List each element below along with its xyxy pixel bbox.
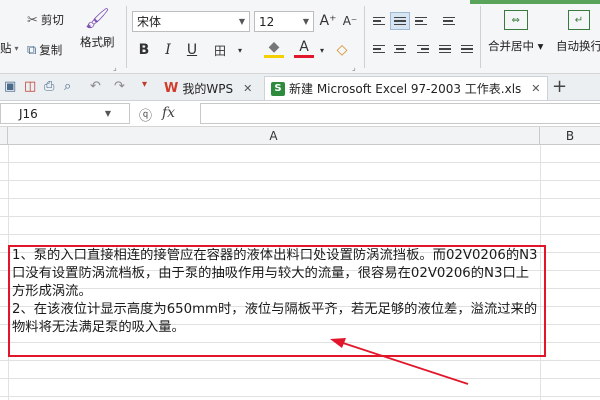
save-icon[interactable]: ▣: [4, 79, 16, 94]
cut-button[interactable]: ✂ 剪切: [27, 12, 64, 28]
format-painter-label: 格式刷: [80, 35, 115, 49]
auto-wrap-button[interactable]: ↵ 自动换行: [556, 10, 600, 54]
tab-workbook[interactable]: S 新建 Microsoft Excel 97-2003 工作表.xls ✕: [264, 76, 548, 100]
formula-bar: J16 ▼ ⓠ fx: [0, 101, 600, 127]
align-left-button[interactable]: [370, 40, 390, 58]
close-icon[interactable]: ✕: [243, 82, 252, 95]
bold-button[interactable]: B: [134, 40, 154, 60]
column-headers: A B: [0, 127, 600, 145]
border-button[interactable]: 田: [210, 40, 230, 60]
font-color-button[interactable]: A: [294, 38, 314, 58]
print-icon[interactable]: ⎙: [44, 79, 54, 94]
spreadsheet-icon: S: [271, 81, 285, 96]
font-color-icon: A: [299, 38, 309, 55]
merge-center-button[interactable]: ⇔ 合并居中 ▾: [488, 10, 543, 54]
paste-label: 贴: [0, 41, 12, 55]
justify-button[interactable]: [436, 40, 456, 58]
chevron-down-icon: ▼: [302, 17, 309, 26]
fill-color-button[interactable]: ◆: [264, 38, 284, 58]
column-header-b[interactable]: B: [540, 127, 600, 145]
merge-cells-icon: ⇔: [503, 10, 528, 30]
font-size-value: 12: [259, 14, 275, 29]
ribbon-separator: [480, 6, 481, 68]
wrap-text-icon: ↵: [568, 10, 590, 30]
tab-my-wps[interactable]: W 我的WPS ✕: [158, 76, 258, 100]
format-painter-button[interactable]: 🖌 格式刷: [80, 6, 115, 50]
chevron-down-icon[interactable]: ▾: [312, 40, 332, 60]
merge-center-label: 合并居中 ▾: [488, 39, 544, 53]
clipboard-launcher-icon[interactable]: ⌟: [113, 63, 117, 72]
paste-button[interactable]: 贴 ▾: [0, 40, 19, 56]
scissors-icon: ✂: [27, 12, 38, 28]
align-center-button[interactable]: [390, 40, 410, 58]
clear-format-button[interactable]: ◇: [332, 40, 352, 60]
align-right-button[interactable]: [412, 40, 432, 58]
italic-button[interactable]: I: [158, 40, 178, 60]
insert-function-button[interactable]: fx: [162, 105, 175, 121]
chevron-down-icon: ▾: [14, 43, 19, 53]
chevron-down-icon: ▼: [104, 109, 111, 118]
shrink-font-button[interactable]: A⁻: [340, 11, 360, 31]
shrink-font-icon: A⁻: [342, 14, 358, 28]
wps-logo-icon: W: [164, 80, 179, 96]
underline-button[interactable]: U: [182, 40, 202, 60]
auto-wrap-label: 自动换行: [556, 39, 600, 53]
align-top-button[interactable]: [370, 12, 390, 30]
ribbon-accent-strip: [470, 0, 600, 4]
search-icon[interactable]: ⓠ: [139, 105, 152, 124]
print-preview-icon[interactable]: ⌕: [64, 79, 71, 94]
redo-icon[interactable]: ↷: [114, 79, 125, 94]
grow-font-icon: A⁺: [319, 13, 337, 29]
font-name-select[interactable]: 宋体 ▼: [132, 11, 250, 32]
paintbrush-icon: 🖌: [84, 6, 110, 30]
underline-icon: U: [186, 42, 198, 58]
cell-reference: J16: [19, 106, 38, 121]
eraser-icon: ◇: [336, 42, 348, 58]
border-icon: 田: [213, 43, 226, 58]
font-launcher-icon[interactable]: ⌟: [352, 63, 356, 72]
ribbon-separator: [364, 6, 365, 68]
close-icon[interactable]: ✕: [531, 82, 540, 95]
wrap-indent-button[interactable]: [440, 12, 460, 30]
name-box[interactable]: J16 ▼: [0, 103, 130, 124]
font-size-select[interactable]: 12 ▼: [254, 11, 314, 32]
distributed-button[interactable]: [458, 40, 478, 58]
ribbon-toolbar: 贴 ▾ ✂ 剪切 ⧉ 复制 🖌 格式刷 ⌟ 宋体 ▼ 12 ▼ A⁺ A⁻ B …: [0, 0, 600, 74]
copy-icon: ⧉: [27, 42, 37, 58]
customize-toolbar-icon[interactable]: ▾: [142, 79, 147, 90]
highlight-box: [8, 245, 546, 357]
export-pdf-icon[interactable]: ◫: [24, 79, 36, 94]
chevron-down-icon[interactable]: ▾: [230, 40, 250, 60]
italic-icon: I: [165, 42, 171, 58]
font-name-value: 宋体: [137, 15, 162, 29]
undo-icon[interactable]: ↶: [90, 79, 101, 94]
tab-label: 新建 Microsoft Excel 97-2003 工作表.xls: [289, 82, 522, 96]
align-middle-button[interactable]: [390, 12, 410, 30]
select-all-corner[interactable]: [0, 127, 8, 145]
cut-label: 剪切: [40, 13, 64, 27]
copy-label: 复制: [39, 43, 63, 57]
document-tabs-bar: ▣ ◫ ⎙ ⌕ ↶ ↷ ▾ W 我的WPS ✕ S 新建 Microsoft E…: [0, 74, 600, 101]
align-bottom-button[interactable]: [412, 12, 432, 30]
paint-bucket-icon: ◆: [268, 38, 280, 55]
chevron-down-icon: ▼: [238, 17, 245, 26]
formula-input[interactable]: [200, 103, 600, 124]
copy-button[interactable]: ⧉ 复制: [27, 42, 62, 58]
grow-font-button[interactable]: A⁺: [318, 11, 338, 31]
tab-label: 我的WPS: [182, 81, 234, 96]
ribbon-separator: [126, 6, 127, 68]
new-tab-button[interactable]: +: [552, 76, 567, 97]
bold-icon: B: [138, 42, 150, 58]
column-header-a[interactable]: A: [8, 127, 540, 145]
